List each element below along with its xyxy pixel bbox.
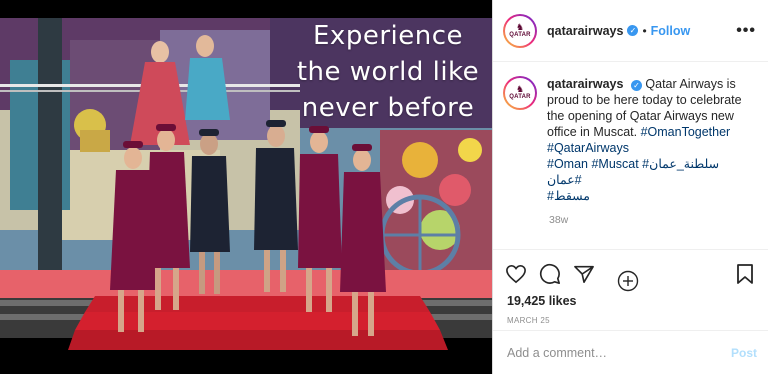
bookmark-icon[interactable] xyxy=(736,263,754,285)
banner-text: Experience the world like never before xyxy=(288,18,488,126)
comment-icon[interactable] xyxy=(539,263,561,285)
banner-line-2: the world like xyxy=(296,57,480,87)
header-separator: • xyxy=(642,23,647,38)
heart-icon[interactable] xyxy=(505,264,527,284)
add-comment-bar: Post xyxy=(493,330,768,374)
caption-username[interactable]: qatarairways xyxy=(547,77,623,91)
banner-line-3: never before xyxy=(301,93,475,123)
post-side-panel: ♞ QATAR qatarairways ✓ • Follow ••• ♞ QA… xyxy=(492,0,768,374)
verified-badge-icon: ✓ xyxy=(630,80,642,91)
post-button[interactable]: Post xyxy=(731,346,757,360)
comment-input[interactable] xyxy=(507,345,731,360)
caption-avatar-logo-text: QATAR xyxy=(509,94,531,100)
comments-area: ♞ QATAR qatarairways ✓ Qatar Airways is … xyxy=(493,62,768,292)
post-header: ♞ QATAR qatarairways ✓ • Follow ••• xyxy=(493,0,768,62)
load-more-icon[interactable] xyxy=(617,270,639,297)
post-date[interactable]: MARCH 25 xyxy=(493,308,768,325)
share-icon[interactable] xyxy=(573,264,595,284)
caption-avatar[interactable]: ♞ QATAR xyxy=(503,76,537,110)
caption-time[interactable]: 38w xyxy=(549,214,756,226)
more-options-icon[interactable]: ••• xyxy=(736,22,756,40)
follow-button[interactable]: Follow xyxy=(651,24,691,38)
verified-badge-icon: ✓ xyxy=(627,25,639,36)
banner-line-1: Experience xyxy=(313,21,463,51)
hashtag-omantogether[interactable]: #OmanTogether xyxy=(641,125,731,139)
oryx-logo-icon: ♞ xyxy=(515,21,525,32)
hashtags-oman-muscat[interactable]: #Oman #Muscat #سلطنة_عمان #عمان xyxy=(547,157,719,187)
avatar[interactable]: ♞ QATAR xyxy=(503,13,537,48)
avatar-logo-text: QATAR xyxy=(509,31,531,38)
caption-row: ♞ QATAR qatarairways ✓ Qatar Airways is … xyxy=(503,76,756,204)
header-username[interactable]: qatarairways xyxy=(547,24,623,38)
post-photo[interactable]: Experience the world like never before xyxy=(0,0,492,374)
hashtag-qatarairways[interactable]: #QatarAirways xyxy=(547,141,629,155)
caption-text: qatarairways ✓ Qatar Airways is proud to… xyxy=(547,76,752,204)
hashtag-muscat-arabic[interactable]: #مسقط xyxy=(547,189,590,203)
oryx-logo-icon: ♞ xyxy=(515,84,525,94)
